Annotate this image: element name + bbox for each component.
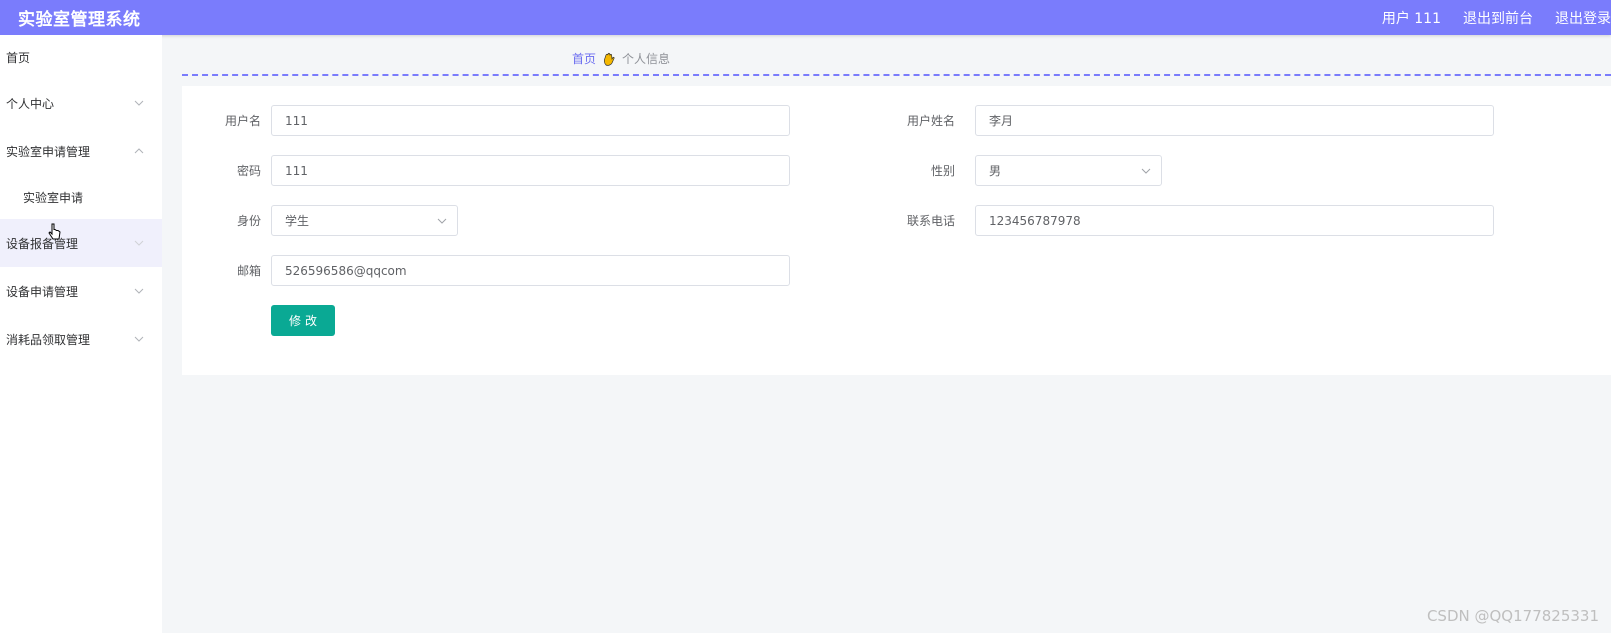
personal-info-form: 用户名 111 用户姓名 李月 密码 111 性别 男 身份 学生 联系电话 1…	[182, 86, 1611, 375]
current-user-label: 用户 111	[1381, 10, 1441, 27]
email-label: 邮箱	[236, 264, 261, 278]
role-label: 身份	[236, 214, 261, 228]
breadcrumb: 首页 个人信息	[572, 50, 670, 67]
sidebar-menu: 首页 个人中心 实验室申请管理 实验室申请 设备报备管理 设备申请管理 消耗品领…	[0, 35, 162, 633]
sidebar-item-personal-center[interactable]: 个人中心	[0, 79, 162, 127]
chevron-down-icon	[134, 334, 144, 344]
email-input[interactable]: 526596586@qqcom	[271, 255, 790, 286]
sidebar-item-lab-application-mgmt[interactable]: 实验室申请管理	[0, 127, 162, 175]
sidebar-item-equipment-report-mgmt[interactable]: 设备报备管理	[0, 219, 162, 267]
password-input[interactable]: 111	[271, 155, 790, 186]
sidebar-item-home[interactable]: 首页	[0, 35, 162, 79]
sidebar-item-equipment-application-mgmt[interactable]: 设备申请管理	[0, 267, 162, 315]
username-label: 用户名	[224, 114, 261, 128]
role-select[interactable]: 学生	[271, 205, 458, 236]
realname-label: 用户姓名	[906, 114, 955, 128]
top-header: 实验室管理系统 用户 111 退出到前台 退出登录	[0, 0, 1611, 35]
password-label: 密码	[236, 164, 261, 178]
phone-label: 联系电话	[906, 214, 955, 228]
sidebar-item-label: 消耗品领取管理	[6, 332, 91, 347]
phone-input[interactable]: 123456787978	[975, 205, 1494, 236]
sidebar-item-label: 设备申请管理	[6, 284, 79, 299]
sidebar-item-label: 实验室申请	[23, 190, 84, 205]
sidebar-item-consumables-mgmt[interactable]: 消耗品领取管理	[0, 315, 162, 363]
hand-wave-icon	[602, 52, 616, 66]
modify-button[interactable]: 修改	[271, 305, 335, 336]
chevron-down-icon	[134, 286, 144, 296]
logout-link[interactable]: 退出登录	[1555, 8, 1611, 28]
chevron-down-icon	[437, 216, 447, 226]
realname-input[interactable]: 李月	[975, 105, 1494, 136]
chevron-down-icon	[134, 238, 144, 248]
sidebar-item-label: 设备报备管理	[6, 236, 79, 251]
header-actions: 用户 111 退出到前台 退出登录	[1382, 8, 1611, 28]
chevron-up-icon	[134, 146, 144, 156]
sidebar-item-label: 实验室申请管理	[6, 144, 91, 159]
breadcrumb-home-link[interactable]: 首页	[572, 50, 596, 67]
username-input[interactable]: 111	[271, 105, 790, 136]
hand-cursor-icon	[48, 223, 62, 243]
app-title: 实验室管理系统	[18, 10, 141, 30]
watermark: CSDN @QQ177825331	[1426, 607, 1599, 625]
breadcrumb-current: 个人信息	[622, 52, 671, 66]
chevron-down-icon	[1141, 166, 1151, 176]
back-to-front-link[interactable]: 退出到前台	[1463, 8, 1533, 28]
sidebar-item-label: 个人中心	[6, 96, 55, 111]
gender-selected-value: 男	[989, 164, 1002, 178]
chevron-down-icon	[134, 98, 144, 108]
gender-label: 性别	[930, 164, 955, 178]
breadcrumb-divider	[182, 74, 1611, 76]
role-selected-value: 学生	[285, 214, 310, 228]
gender-select[interactable]: 男	[975, 155, 1162, 186]
sidebar-item-lab-application[interactable]: 实验室申请	[0, 175, 162, 219]
sidebar-item-label: 首页	[6, 50, 31, 65]
